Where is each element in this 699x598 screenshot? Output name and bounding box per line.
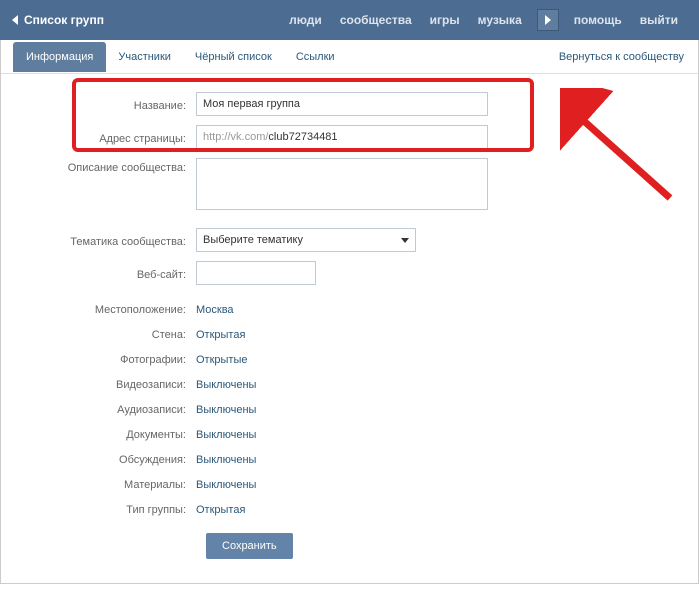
nav-logout[interactable]: выйти [631, 13, 687, 27]
location-label: Местоположение: [21, 300, 196, 316]
wall-value[interactable]: Открытая [196, 325, 488, 341]
materials-value[interactable]: Выключены [196, 475, 488, 491]
website-label: Веб-сайт: [21, 265, 196, 281]
photos-value[interactable]: Открытые [196, 350, 488, 366]
audios-label: Аудиозаписи: [21, 400, 196, 416]
nav-music[interactable]: музыка [469, 13, 531, 27]
play-button[interactable] [537, 9, 559, 31]
desc-label: Описание сообщества: [21, 158, 196, 174]
topic-label: Тематика сообщества: [21, 232, 196, 248]
address-input[interactable] [268, 126, 487, 148]
nav-help[interactable]: помощь [565, 13, 631, 27]
tab-members[interactable]: Участники [106, 43, 183, 71]
nav-games[interactable]: игры [421, 13, 469, 27]
docs-value[interactable]: Выключены [196, 425, 488, 441]
play-icon [545, 15, 551, 25]
back-link[interactable]: Список групп [12, 13, 104, 27]
videos-value[interactable]: Выключены [196, 375, 488, 391]
topic-dropdown[interactable]: Выберите тематику [196, 228, 416, 252]
docs-label: Документы: [21, 425, 196, 441]
chevron-down-icon [401, 238, 409, 243]
content-container: Информация Участники Чёрный список Ссылк… [0, 40, 699, 584]
top-nav: Список групп люди сообщества игры музыка… [0, 0, 699, 40]
group-type-label: Тип группы: [21, 500, 196, 516]
tabs-bar: Информация Участники Чёрный список Ссылк… [1, 40, 698, 74]
wall-label: Стена: [21, 325, 196, 341]
name-label: Название: [21, 96, 196, 112]
address-label: Адрес страницы: [21, 129, 196, 145]
website-input[interactable] [196, 261, 316, 285]
photos-label: Фотографии: [21, 350, 196, 366]
settings-form: Название: Адрес страницы: http://vk.com/… [1, 74, 698, 583]
address-prefix: http://vk.com/ [197, 126, 268, 148]
audios-value[interactable]: Выключены [196, 400, 488, 416]
videos-label: Видеозаписи: [21, 375, 196, 391]
desc-textarea[interactable] [196, 158, 488, 210]
save-button[interactable]: Сохранить [206, 533, 293, 559]
topic-value: Выберите тематику [203, 234, 303, 246]
materials-label: Материалы: [21, 475, 196, 491]
discussions-label: Обсуждения: [21, 450, 196, 466]
nav-people[interactable]: люди [280, 13, 331, 27]
back-to-community-link[interactable]: Вернуться к сообществу [559, 51, 688, 63]
tab-links[interactable]: Ссылки [284, 43, 347, 71]
address-field: http://vk.com/ [196, 125, 488, 149]
nav-communities[interactable]: сообщества [331, 13, 421, 27]
group-type-value[interactable]: Открытая [196, 500, 488, 516]
name-input[interactable] [196, 92, 488, 116]
location-value[interactable]: Москва [196, 300, 488, 316]
tab-blacklist[interactable]: Чёрный список [183, 43, 284, 71]
chevron-left-icon [12, 15, 18, 25]
back-label: Список групп [24, 13, 104, 27]
tab-info[interactable]: Информация [13, 42, 106, 72]
discussions-value[interactable]: Выключены [196, 450, 488, 466]
